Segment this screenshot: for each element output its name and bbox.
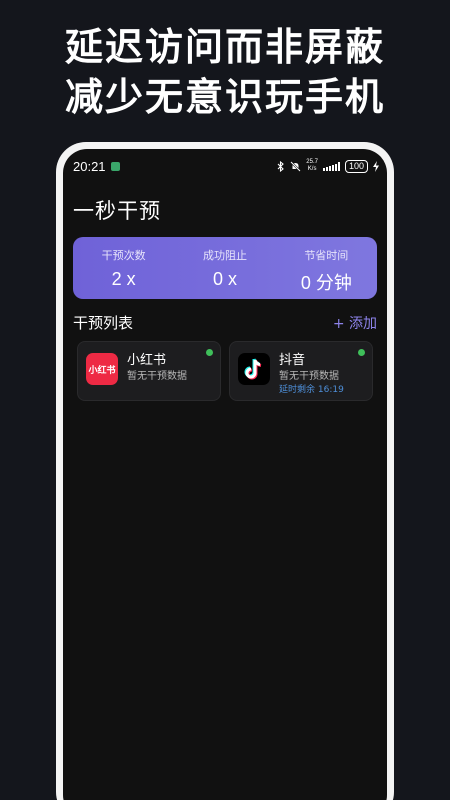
- xiaohongshu-icon-text: 小红书: [88, 365, 116, 376]
- status-time: 20:21: [73, 158, 106, 174]
- list-title: 干预列表: [73, 314, 134, 332]
- status-bar: 20:21 25.7 K/s 100: [63, 149, 387, 183]
- app-name: 小红书: [127, 353, 167, 368]
- phone-screen: 20:21 25.7 K/s 100 一秒干预 干预次数 2 x 成功阻止 0 …: [63, 149, 387, 800]
- app-card-douyin[interactable]: 抖音 暂无干预数据 延时剩余 16:19: [229, 341, 373, 401]
- promo-line-1: 延迟访问而非屏蔽: [64, 25, 385, 69]
- app-list: 小红书 小红书 暂无干预数据 抖音 暂无干预数据 延时剩余 16:19: [77, 341, 373, 401]
- stats-card: 干预次数 2 x 成功阻止 0 x 节省时间 0 分钟: [73, 237, 377, 299]
- signal-icon: [322, 161, 340, 171]
- mute-bell-icon: [290, 160, 301, 172]
- stat-value: 0 x: [212, 269, 237, 289]
- promo-line-2: 减少无意识玩手机: [64, 75, 385, 119]
- app-info: 小红书 暂无干预数据: [127, 353, 187, 400]
- status-dot: [206, 349, 213, 356]
- app-notification-icon: [110, 161, 120, 171]
- stat-label: 成功阻止: [202, 249, 247, 262]
- stat-time-saved: 节省时间 0 分钟: [276, 237, 377, 299]
- status-dot: [358, 349, 365, 356]
- app-card-xiaohongshu[interactable]: 小红书 小红书 暂无干预数据: [77, 341, 221, 401]
- network-speed-unit: K/s: [307, 166, 317, 172]
- stat-label: 节省时间: [304, 249, 349, 262]
- network-speed: 25.7 K/s: [306, 159, 318, 173]
- app-name: 抖音: [279, 353, 306, 368]
- delay-remaining: 延时剩余 16:19: [279, 385, 344, 395]
- app-subtitle: 暂无干预数据: [279, 371, 339, 382]
- stat-value: 0 分钟: [300, 273, 352, 293]
- battery-indicator: 100: [344, 159, 368, 173]
- stat-label: 干预次数: [101, 249, 146, 262]
- douyin-app-icon: [238, 353, 270, 385]
- bluetooth-icon: [277, 160, 285, 172]
- list-header: 干预列表 + 添加: [73, 312, 377, 333]
- tiktok-note-icon: [244, 358, 262, 380]
- stat-interventions: 干预次数 2 x: [73, 237, 174, 299]
- stat-value: 2 x: [111, 269, 136, 289]
- app-info: 抖音 暂无干预数据 延时剩余 16:19: [279, 353, 344, 400]
- promo-headline: 延迟访问而非屏蔽 减少无意识玩手机: [0, 22, 450, 122]
- network-speed-value: 25.7: [306, 159, 318, 165]
- charging-icon: [373, 160, 379, 172]
- add-button[interactable]: + 添加: [333, 313, 377, 333]
- app-subtitle: 暂无干预数据: [127, 371, 187, 382]
- stat-blocked: 成功阻止 0 x: [174, 237, 275, 299]
- status-indicators: 25.7 K/s 100: [277, 159, 379, 173]
- xiaohongshu-app-icon: 小红书: [86, 353, 118, 385]
- page-title: 一秒干预: [73, 199, 161, 223]
